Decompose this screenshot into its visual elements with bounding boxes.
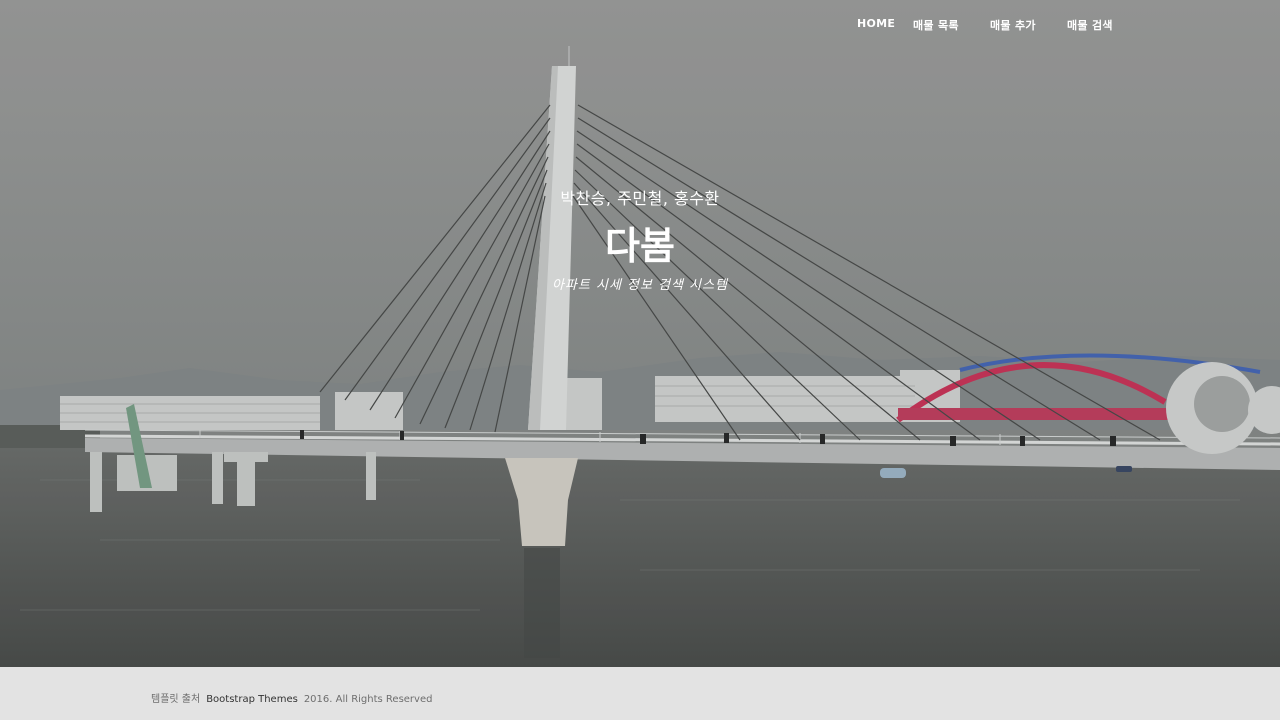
top-nav: HOME 매물 목록 매물 추가 매물 검색 (0, 17, 1280, 33)
nav-home-link[interactable]: HOME (857, 17, 895, 30)
footer-copyright: 2016. All Rights Reserved (303, 694, 433, 705)
hero-title: 다봄 (605, 224, 675, 268)
nav-listing-link[interactable]: 매물 목록 (913, 17, 959, 33)
nav-search-link[interactable]: 매물 검색 (1067, 17, 1113, 33)
footer-template-label: 템플릿 출처 (151, 694, 201, 705)
hero-section: HOME 매물 목록 매물 추가 매물 검색 박찬승, 주민철, 홍수환 다봄 … (0, 0, 1280, 667)
hero-background-photo (0, 0, 1280, 667)
hero-subtitle: 박찬승, 주민철, 홍수환 (560, 189, 720, 208)
footer: 템플릿 출처 Bootstrap Themes 2016. All Rights R… (0, 667, 1280, 720)
footer-credit: 템플릿 출처 Bootstrap Themes 2016. All Rights R… (151, 690, 432, 705)
hero-tagline: 아파트 시세 정보 검색 시스템 (551, 278, 729, 293)
nav-add-listing-link[interactable]: 매물 추가 (990, 17, 1036, 33)
footer-bootstrap-link[interactable]: Bootstrap Themes (206, 694, 298, 705)
